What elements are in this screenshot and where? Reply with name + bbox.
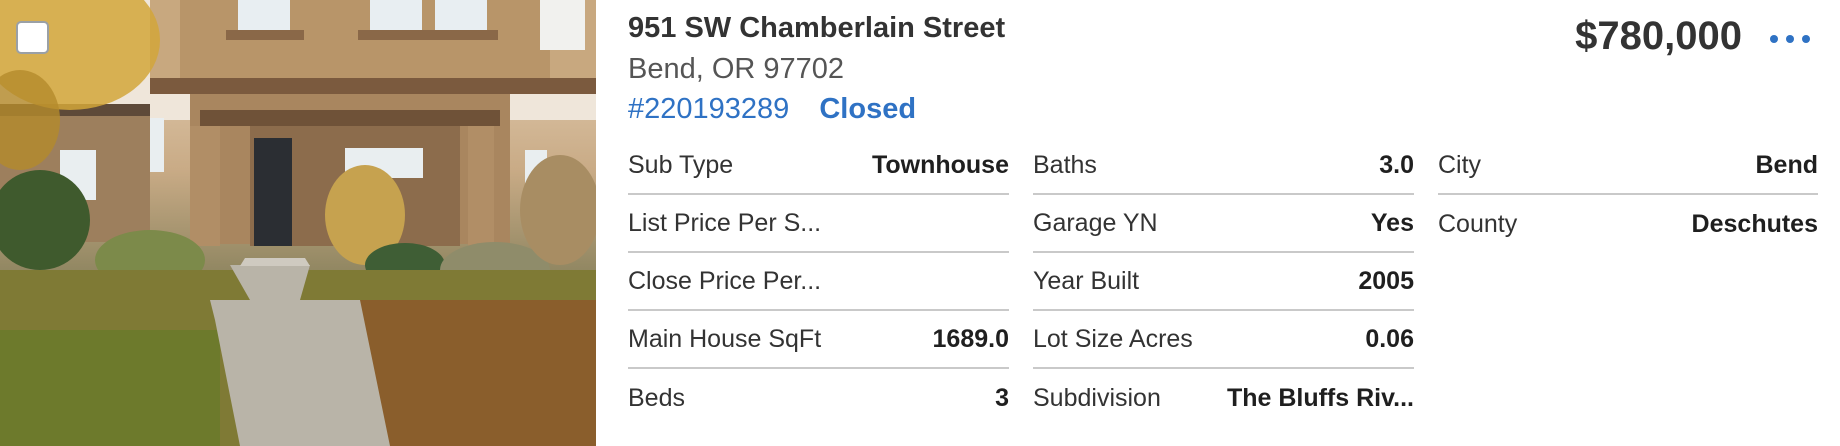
more-dot	[1770, 35, 1778, 43]
details-column-2: Baths 3.0 Garage YN Yes Year Built 2005 …	[1033, 138, 1414, 428]
detail-value: The Bluffs Riv...	[1226, 384, 1414, 412]
listing-info: 951 SW Chamberlain Street Bend, OR 97702…	[628, 0, 1840, 446]
detail-value: Deschutes	[1691, 210, 1818, 238]
detail-label: Subdivision	[1033, 384, 1161, 412]
detail-label: Close Price Per...	[628, 267, 822, 295]
listing-address[interactable]: 951 SW Chamberlain Street	[628, 12, 1005, 45]
detail-value: Yes	[1370, 209, 1414, 237]
detail-label: Sub Type	[628, 151, 734, 179]
listing-price: $780,000	[1575, 14, 1742, 58]
detail-row-subdivision: Subdivision The Bluffs Riv...	[1033, 370, 1414, 427]
detail-value: Bend	[1755, 151, 1819, 179]
detail-label: Beds	[628, 384, 685, 412]
detail-value: 3.0	[1379, 151, 1414, 179]
detail-row-city: City Bend	[1438, 138, 1818, 195]
listing-card[interactable]: 951 SW Chamberlain Street Bend, OR 97702…	[0, 0, 1840, 446]
detail-label: Lot Size Acres	[1033, 325, 1193, 353]
detail-row-lot-size-acres: Lot Size Acres 0.06	[1033, 312, 1414, 369]
more-dot	[1786, 35, 1794, 43]
listing-id-line: #220193289 Closed	[628, 93, 916, 126]
detail-row-county: County Deschutes	[1438, 196, 1818, 253]
detail-row-sub-type: Sub Type Townhouse	[628, 138, 1009, 195]
details-column-3: City Bend County Deschutes	[1438, 138, 1818, 254]
detail-row-beds: Beds 3	[628, 370, 1009, 427]
detail-value: 1689.0	[932, 325, 1009, 353]
select-checkbox[interactable]	[16, 21, 49, 54]
detail-row-garage-yn: Garage YN Yes	[1033, 196, 1414, 253]
detail-value: 2005	[1358, 267, 1414, 295]
listing-city-state-zip: Bend, OR 97702	[628, 53, 845, 85]
detail-value: Townhouse	[871, 151, 1009, 179]
detail-row-year-built: Year Built 2005	[1033, 254, 1414, 311]
detail-value: 3	[995, 384, 1009, 412]
detail-label: List Price Per S...	[628, 209, 822, 237]
more-dot	[1802, 35, 1810, 43]
detail-row-close-price-per-sqft: Close Price Per...	[628, 254, 1009, 311]
detail-row-list-price-per-sqft: List Price Per S...	[628, 196, 1009, 253]
details-column-1: Sub Type Townhouse List Price Per S... C…	[628, 138, 1009, 428]
mls-number-link[interactable]: #220193289	[628, 93, 789, 125]
status-badge: Closed	[819, 93, 917, 125]
detail-label: Year Built	[1033, 267, 1140, 295]
detail-row-main-house-sqft: Main House SqFt 1689.0	[628, 312, 1009, 369]
detail-label: City	[1438, 151, 1482, 179]
more-horizontal-icon[interactable]	[1770, 24, 1810, 54]
detail-label: Garage YN	[1033, 209, 1158, 237]
detail-label: Baths	[1033, 151, 1097, 179]
detail-value: 0.06	[1365, 325, 1414, 353]
detail-row-baths: Baths 3.0	[1033, 138, 1414, 195]
detail-label: County	[1438, 210, 1518, 238]
house-illustration	[0, 0, 596, 446]
listing-photo[interactable]	[0, 0, 596, 446]
detail-label: Main House SqFt	[628, 325, 822, 353]
